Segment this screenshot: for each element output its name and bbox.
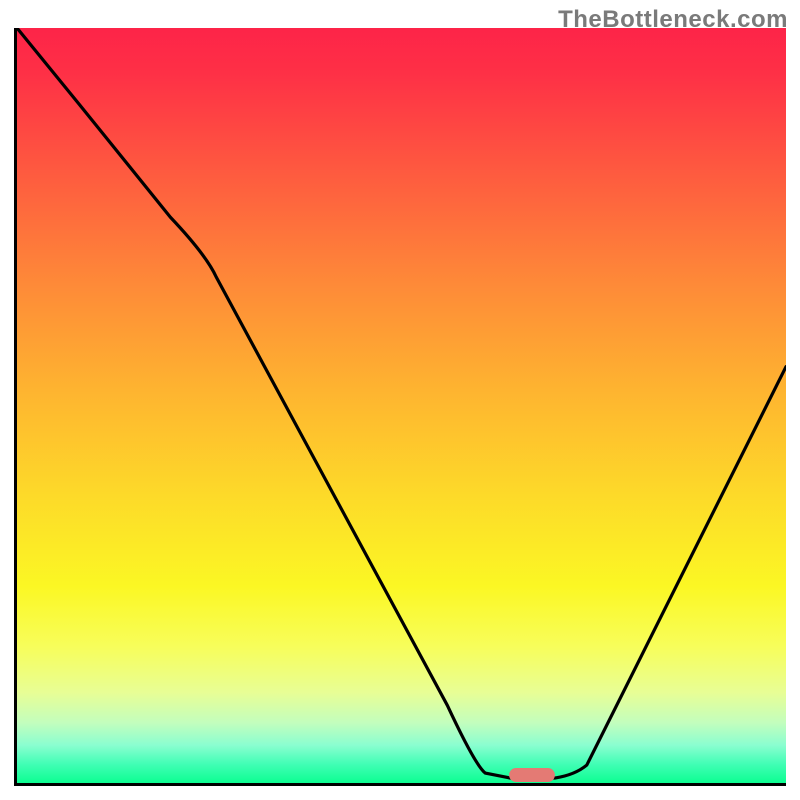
plot-frame (14, 28, 786, 786)
curve-layer (17, 28, 786, 783)
chart-canvas: TheBottleneck.com (0, 0, 800, 800)
optimum-marker (509, 768, 555, 782)
bottleneck-curve (17, 28, 786, 778)
